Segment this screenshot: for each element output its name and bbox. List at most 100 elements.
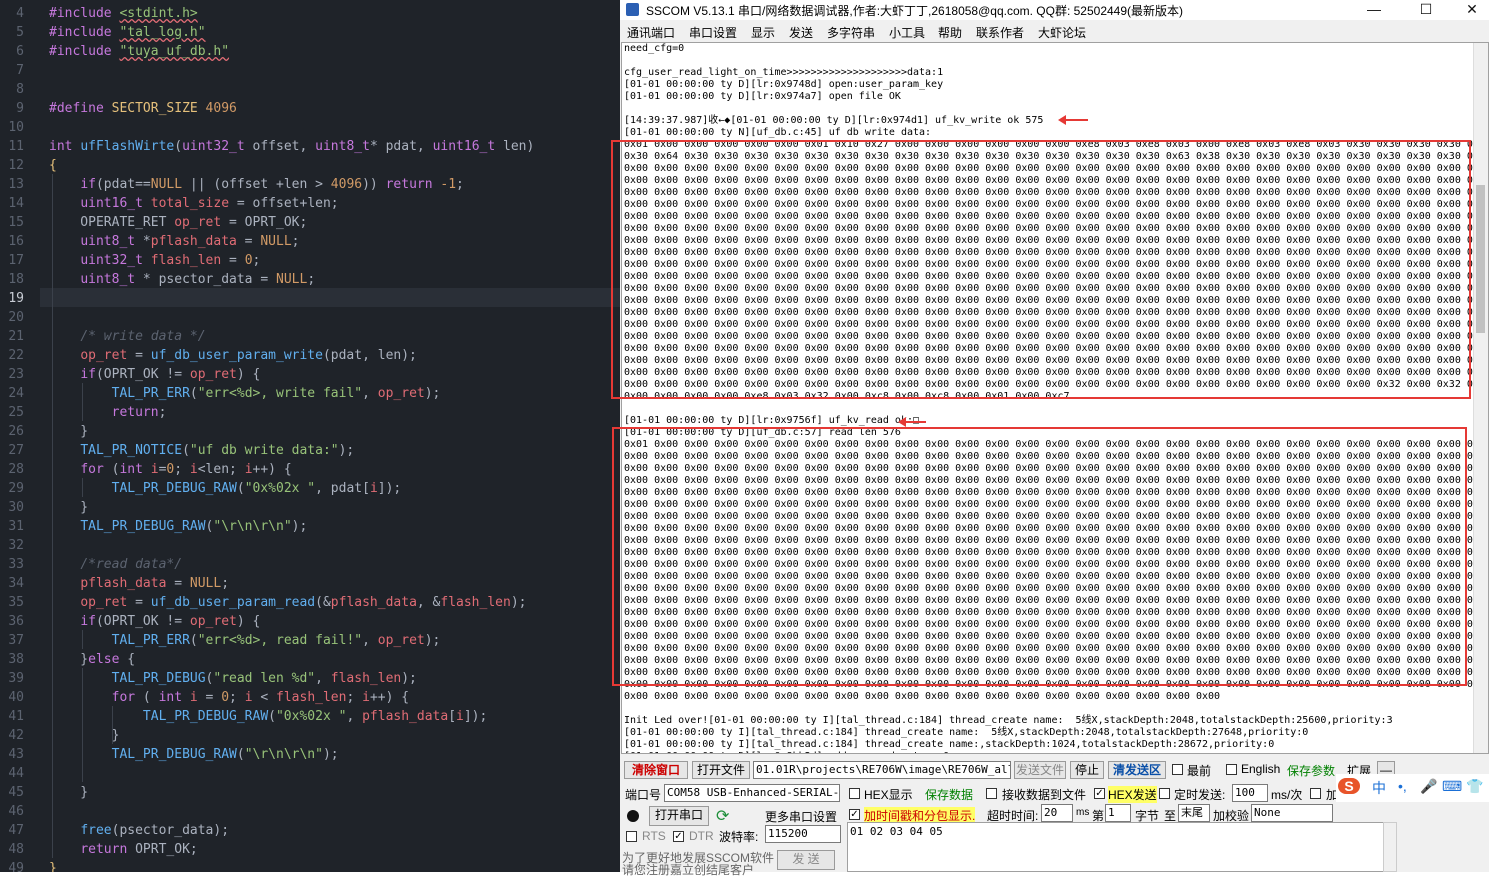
terminal-line: [01-01 00:00:00 ty D][lr:0x974a7] open f…: [624, 91, 901, 102]
ime-chinese-icon[interactable]: 中: [1372, 778, 1386, 798]
line-number: 12: [8, 158, 24, 173]
line-number: 6: [16, 44, 24, 59]
line-number: 15: [8, 215, 24, 230]
add-cr-checkbox[interactable]: [1310, 788, 1321, 799]
line-number: 39: [8, 671, 24, 686]
port-select[interactable]: COM58 USB-Enhanced-SERIAL-: [664, 784, 840, 802]
port-label: 端口号: [625, 788, 662, 802]
code-editor[interactable]: 4 5 6 7 8 9 10 11 12 13 14 15 16 17 18 19 20 21 22 23 24 25 26…: [0, 0, 620, 872]
line-number: 33: [8, 557, 24, 572]
timestamp-checkbox[interactable]: ✓: [849, 809, 860, 820]
save-data-button[interactable]: 保存数据: [925, 786, 973, 803]
line-number: 28: [8, 462, 24, 477]
english-checkbox[interactable]: [1226, 764, 1237, 775]
line-number: 17: [8, 253, 24, 268]
save-params-button[interactable]: 保存参数: [1287, 762, 1335, 779]
dtr-checkbox[interactable]: ✓: [673, 831, 684, 842]
menu-item-display[interactable]: 显示: [751, 24, 775, 41]
ime-punct-icon[interactable]: •,: [1398, 778, 1407, 794]
hex-send-checkbox[interactable]: ✓: [1094, 788, 1105, 799]
timeout-unit: ms: [1076, 807, 1090, 818]
menu-item-port[interactable]: 通讯端口: [627, 24, 675, 41]
line-number: 49: [8, 861, 24, 872]
terminal-line: [14:39:37.987]收←◆[01-01 00:00:00 ty D][l…: [624, 115, 1044, 126]
clear-send-button[interactable]: 清发送区: [1108, 761, 1166, 779]
rts-checkbox[interactable]: [626, 831, 637, 842]
menu-item-tools[interactable]: 小工具: [889, 24, 925, 41]
more-settings-link[interactable]: 更多串口设置: [765, 808, 837, 825]
line-number: 38: [8, 652, 24, 667]
hex-display-label: HEX显示: [864, 788, 913, 802]
line-number: 36: [8, 614, 24, 629]
scrollbar-thumb[interactable]: [1476, 185, 1485, 333]
timeout-input[interactable]: 20: [1041, 804, 1073, 822]
send-file-button[interactable]: 发送文件: [1014, 761, 1066, 779]
line-number: 25: [8, 405, 24, 420]
file-path-input[interactable]: 01.01R\projects\RE706W\image\RE706W_all.…: [753, 761, 1011, 779]
terminal-line: [01-01 00:00:00 ty D][lr:0x9756f] uf_kv_…: [624, 415, 920, 426]
line-number: 21: [8, 329, 24, 344]
line-number: 26: [8, 424, 24, 439]
app-icon: [626, 3, 639, 16]
open-file-button[interactable]: 打开文件: [692, 761, 750, 779]
timed-send-checkbox[interactable]: [1159, 788, 1170, 799]
send-button[interactable]: 发 送: [777, 850, 835, 870]
byte-to-select[interactable]: 末尾: [1178, 804, 1210, 822]
menu-item-help[interactable]: 帮助: [938, 24, 962, 41]
menu-item-multi-string[interactable]: 多字符串: [827, 24, 875, 41]
clear-window-button[interactable]: 清除窗口: [624, 761, 688, 779]
ime-keyboard-icon[interactable]: ⌨: [1442, 778, 1462, 795]
line-number: 24: [8, 386, 24, 401]
source-code[interactable]: #include <stdint.h> #include "tal_log.h"…: [49, 4, 534, 872]
terminal-line: need_cfg=0: [624, 43, 685, 54]
terminal-line: [01-01 00:00:00 ty I][tal_thread.c:184] …: [624, 739, 1275, 750]
line-number: 47: [8, 823, 24, 838]
refresh-icon[interactable]: ⟳: [716, 806, 729, 826]
terminal-line: [01-01 00:00:00 ty N][uf_db.c:45] uf db …: [624, 127, 932, 138]
send-scrollbar[interactable]: [1383, 822, 1397, 872]
ime-skin-icon[interactable]: 👕: [1466, 778, 1483, 795]
title-bar: SSCOM V5.13.1 串口/网络数据调试器,作者:大虾丁丁,2618058…: [620, 0, 1489, 20]
line-number: 34: [8, 576, 24, 591]
line-number: 45: [8, 785, 24, 800]
top-most-label: 最前: [1187, 764, 1212, 778]
baud-select[interactable]: 115200: [765, 825, 841, 843]
line-number: 23: [8, 367, 24, 382]
write-data-highlight-box: [611, 140, 1471, 399]
menu-item-contact[interactable]: 联系作者: [976, 24, 1024, 41]
receive-scrollbar[interactable]: [1473, 43, 1488, 753]
recv-to-file-checkbox[interactable]: [986, 788, 997, 799]
timed-interval-input[interactable]: 100: [1232, 784, 1268, 802]
hex-display-checkbox[interactable]: [849, 788, 860, 799]
line-number: 9: [16, 101, 24, 116]
byte-from-input[interactable]: 1: [1105, 804, 1131, 822]
baud-label: 波特率:: [719, 830, 759, 844]
maximize-button[interactable]: ☐: [1403, 0, 1449, 20]
terminal-line: [01-01 00:00:00 ty I][tal_thread.c:184] …: [624, 727, 1309, 738]
send-input[interactable]: 01 02 03 04 05: [847, 822, 1387, 872]
close-button[interactable]: ✕: [1449, 0, 1489, 20]
terminal-line: cfg_user_read_light_on_time>>>>>>>>>>>>>…: [624, 67, 944, 78]
open-port-button[interactable]: 打开串口: [649, 806, 709, 826]
timed-unit-label: ms/次: [1271, 788, 1303, 802]
line-number: 27: [8, 443, 24, 458]
line-number: 48: [8, 842, 24, 857]
terminal-line: Init Led over![01-01 00:00:00 ty I][tal_…: [624, 715, 1393, 726]
line-number: 19: [8, 291, 24, 306]
line-number: 20: [8, 310, 24, 325]
ime-logo-icon[interactable]: S: [1338, 778, 1360, 794]
menu-item-forum[interactable]: 大虾论坛: [1038, 24, 1086, 41]
checksum-select[interactable]: None: [1251, 804, 1333, 822]
top-most-checkbox[interactable]: [1172, 764, 1183, 775]
ime-mic-icon[interactable]: 🎤: [1420, 778, 1437, 795]
menu-item-serial-settings[interactable]: 串口设置: [689, 24, 737, 41]
menu-item-send[interactable]: 发送: [789, 24, 813, 41]
line-number: 42: [8, 728, 24, 743]
dtr-label: DTR: [689, 829, 714, 843]
line-number: 43: [8, 747, 24, 762]
annotation-arrow: [898, 417, 926, 427]
minimize-button[interactable]: —: [1351, 0, 1397, 20]
stop-button[interactable]: 停止: [1070, 761, 1104, 779]
